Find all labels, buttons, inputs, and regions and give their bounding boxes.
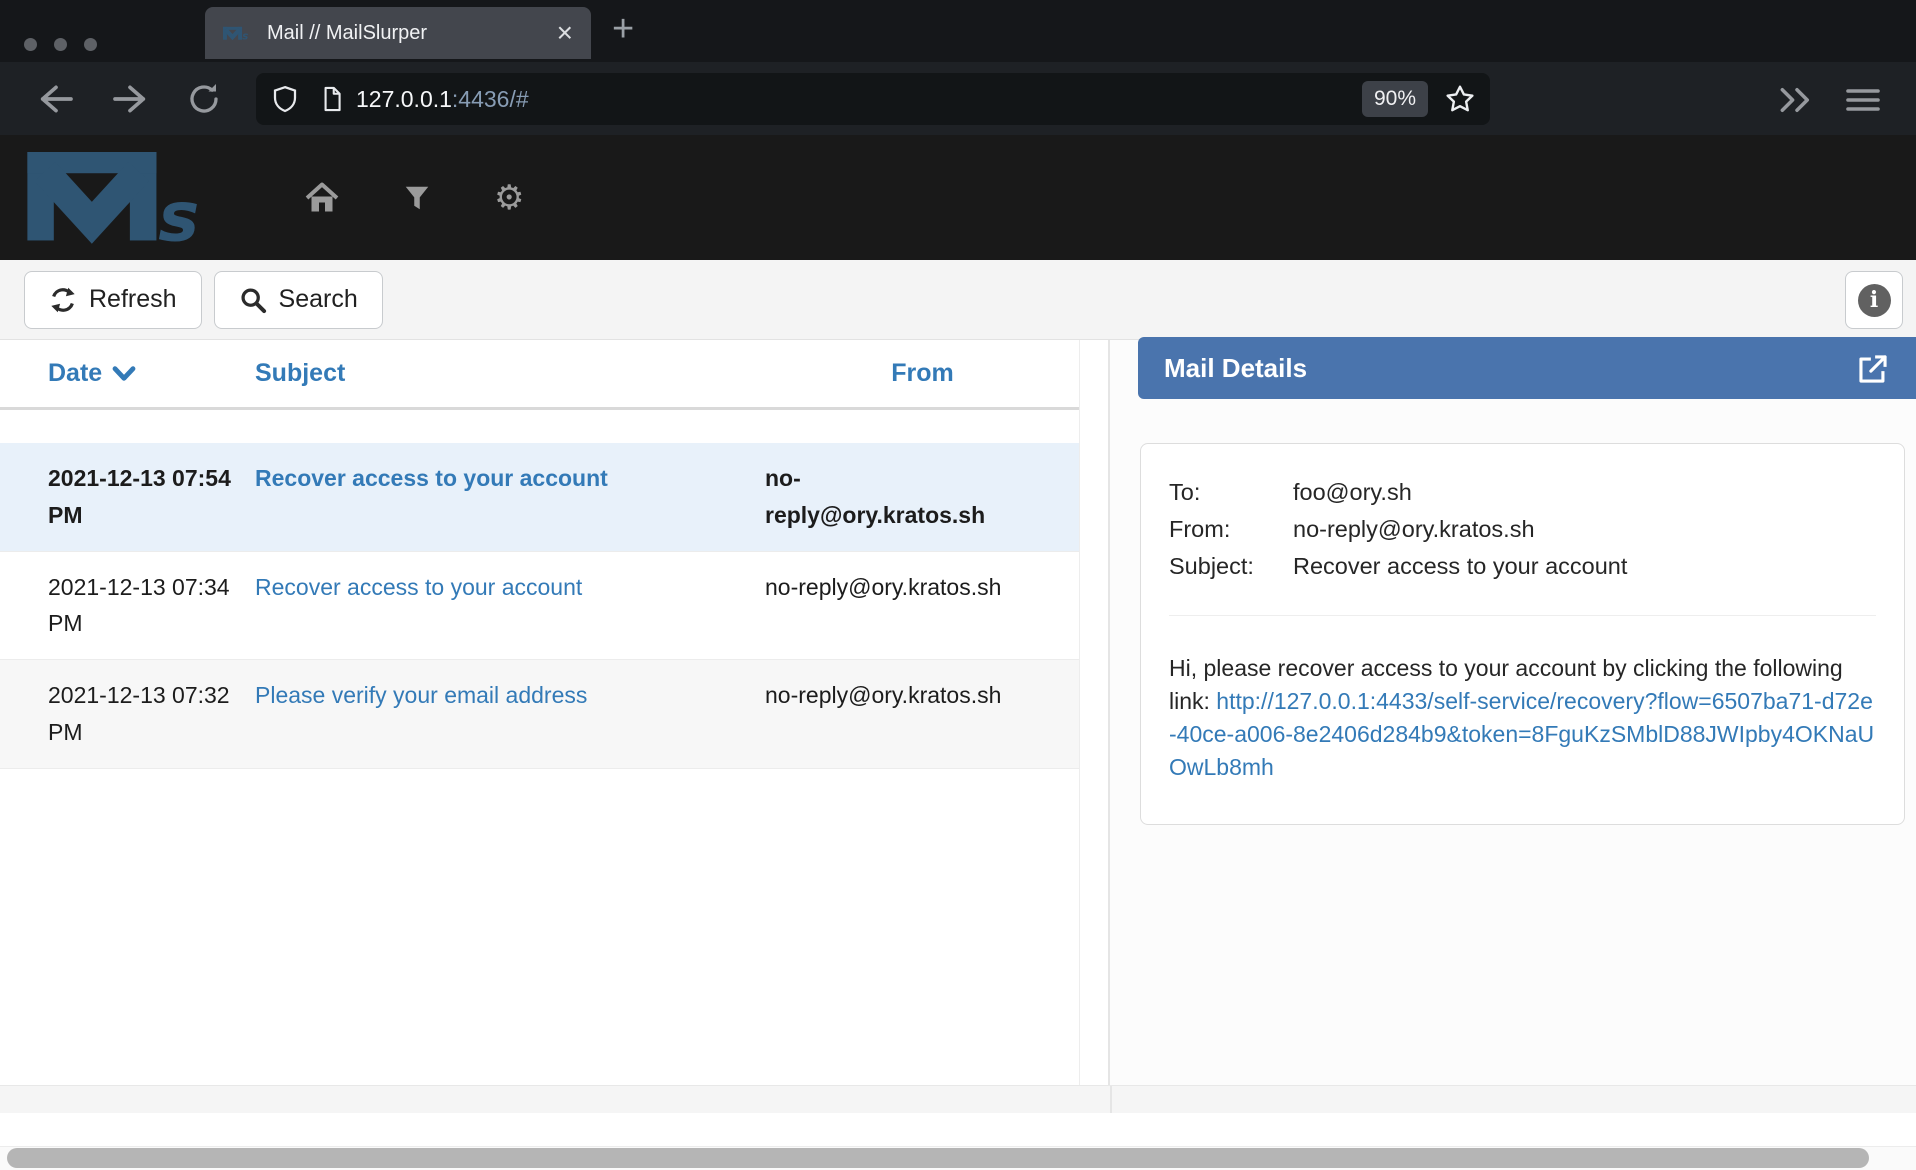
row-date: 2021-12-13 07:34 PM [0, 569, 255, 643]
overflow-chevrons-icon[interactable] [1775, 86, 1819, 114]
row-subject-link[interactable]: Recover access to your account [255, 574, 582, 600]
reload-icon[interactable] [186, 81, 222, 117]
column-header-from[interactable]: From [765, 359, 1080, 388]
shield-permissions-icon[interactable] [270, 82, 300, 116]
mail-details-header: Mail Details [1138, 337, 1916, 399]
row-from: no-reply@ory.kratos.sh [765, 569, 1080, 643]
tab-close-icon[interactable]: × [557, 19, 573, 47]
tab-strip: Mail // MailSlurper × + [0, 0, 1916, 62]
mailslurper-logo [24, 152, 234, 244]
browser-navbar: 127.0.0.1:4436/# 90% [0, 62, 1916, 135]
zoom-level-badge[interactable]: 90% [1362, 81, 1428, 117]
app-toolbar: Refresh Search i [0, 260, 1916, 340]
from-value: no-reply@ory.kratos.sh [1293, 511, 1876, 548]
row-from: no-reply@ory.kratos.sh [765, 677, 1080, 751]
url-bar[interactable]: 127.0.0.1:4436/# 90% [256, 73, 1490, 125]
forward-icon[interactable] [110, 82, 150, 116]
from-label: From: [1169, 511, 1293, 548]
recovery-link[interactable]: http://127.0.0.1:4433/self-service/recov… [1169, 688, 1874, 780]
horizontal-scrollbar-thumb[interactable] [7, 1148, 1869, 1168]
menu-hamburger-icon[interactable] [1845, 86, 1881, 114]
panel-footer-strip [0, 1085, 1916, 1113]
row-from: no-reply@ory.kratos.sh [765, 460, 1080, 534]
mail-list-body: 2021-12-13 07:54 PM Recover access to yo… [0, 443, 1080, 769]
tab-title: Mail // MailSlurper [267, 22, 535, 45]
mailslurper-header: ⚙ [0, 135, 1916, 260]
back-icon[interactable] [36, 82, 76, 116]
sort-chevron-down-icon [112, 365, 136, 382]
detail-from-row: From: no-reply@ory.kratos.sh [1169, 511, 1876, 548]
row-subject-link[interactable]: Please verify your email address [255, 682, 587, 708]
column-header-date[interactable]: Date [0, 359, 255, 388]
detail-to-row: To: foo@ory.sh [1169, 474, 1876, 511]
search-icon [239, 286, 267, 314]
mail-list-header-row: Date Subject From [0, 340, 1080, 410]
detail-subject-row: Subject: Recover access to your account [1169, 548, 1876, 585]
filter-icon[interactable] [402, 183, 432, 213]
mail-body: Hi, please recover access to your accoun… [1169, 652, 1876, 784]
subject-label: Subject: [1169, 548, 1293, 585]
table-row[interactable]: 2021-12-13 07:34 PM Recover access to yo… [0, 552, 1080, 661]
mail-details-panel: Mail Details To: foo@ory.sh From: no-rep… [1110, 340, 1916, 1085]
browser-tab[interactable]: Mail // MailSlurper × [205, 7, 591, 59]
table-row[interactable]: 2021-12-13 07:54 PM Recover access to yo… [0, 443, 1080, 552]
column-header-subject[interactable]: Subject [255, 359, 765, 388]
mailslurper-favicon-icon [223, 26, 253, 41]
column-header-date-label: Date [48, 359, 102, 388]
search-button-label: Search [279, 285, 358, 314]
open-external-icon[interactable] [1856, 352, 1890, 386]
to-value: foo@ory.sh [1293, 474, 1876, 511]
home-icon[interactable] [304, 181, 340, 215]
new-tab-button[interactable]: + [612, 10, 634, 48]
row-subject-link[interactable]: Recover access to your account [255, 465, 608, 491]
horizontal-scrollbar [0, 1147, 1916, 1170]
settings-gear-icon[interactable]: ⚙ [494, 178, 524, 218]
browser-window: Mail // MailSlurper × + 127.0.0.1:4436/#… [0, 0, 1916, 1170]
mail-list-panel: Date Subject From 2021-12-13 07:54 PM Re… [0, 340, 1110, 1085]
refresh-button-label: Refresh [89, 285, 177, 314]
to-label: To: [1169, 474, 1293, 511]
bookmark-star-icon[interactable] [1444, 83, 1476, 115]
main-content: Date Subject From 2021-12-13 07:54 PM Re… [0, 340, 1916, 1085]
info-icon: i [1858, 284, 1891, 317]
row-date: 2021-12-13 07:32 PM [0, 677, 255, 751]
refresh-icon [49, 286, 77, 314]
row-date: 2021-12-13 07:54 PM [0, 460, 255, 534]
window-controls[interactable] [24, 38, 97, 51]
mail-details-title: Mail Details [1164, 353, 1307, 384]
refresh-button[interactable]: Refresh [24, 271, 202, 329]
page-bottom-gap [0, 1113, 1916, 1147]
url-text: 127.0.0.1:4436/# [356, 86, 529, 113]
info-button[interactable]: i [1845, 271, 1903, 329]
search-button[interactable]: Search [214, 271, 383, 329]
table-row[interactable]: 2021-12-13 07:32 PM Please verify your e… [0, 660, 1080, 769]
mail-details-card: To: foo@ory.sh From: no-reply@ory.kratos… [1140, 443, 1905, 825]
details-divider [1169, 615, 1876, 616]
subject-value: Recover access to your account [1293, 548, 1876, 585]
page-info-icon[interactable] [318, 82, 346, 116]
